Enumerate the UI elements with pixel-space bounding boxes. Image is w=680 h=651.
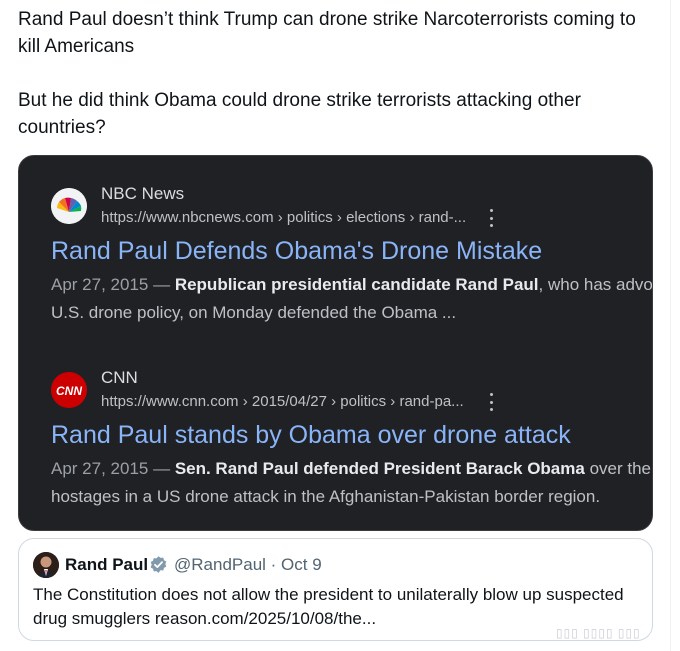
more-options-icon[interactable] xyxy=(483,209,499,227)
snippet-bold: Sen. Rand Paul defended President Barack… xyxy=(174,459,585,478)
quoted-tweet-text: The Constitution does not allow the pres… xyxy=(33,585,624,628)
tweet-paragraph-1: Rand Paul doesn’t think Trump can drone … xyxy=(18,9,636,57)
verified-badge-icon xyxy=(149,555,168,574)
watermark-icon: ▯▯▯ ▯▯▯▯ ▯▯▯ xyxy=(556,626,641,640)
column-divider xyxy=(670,0,671,651)
quoted-handle-date[interactable]: @RandPaul · Oct 9 xyxy=(174,555,322,575)
svg-text:CNN: CNN xyxy=(56,384,82,398)
result-url[interactable]: https://www.nbcnews.com › politics › ele… xyxy=(101,209,466,226)
avatar[interactable] xyxy=(33,552,59,578)
snippet-line-2: hostages in a US drone attack in the Afg… xyxy=(51,487,601,506)
result-url[interactable]: https://www.cnn.com › 2015/04/27 › polit… xyxy=(101,393,464,410)
quoted-author-name[interactable]: Rand Paul xyxy=(65,555,148,575)
result-date: Apr 27, 2015 — xyxy=(51,459,171,478)
result-snippet: Apr 27, 2015 — Republican presidential c… xyxy=(51,271,653,327)
snippet-line-2: U.S. drone policy, on Monday defended th… xyxy=(51,303,457,322)
result-title[interactable]: Rand Paul stands by Obama over drone att… xyxy=(51,421,571,450)
nbc-peacock-icon xyxy=(51,188,87,224)
snippet-rest: , who has advocated xyxy=(538,275,653,294)
result-snippet: Apr 27, 2015 — Sen. Rand Paul defended P… xyxy=(51,455,652,511)
result-site-name: CNN xyxy=(101,368,138,387)
search-results-screenshot[interactable]: NBC News https://www.nbcnews.com › polit… xyxy=(18,155,653,531)
result-title[interactable]: Rand Paul Defends Obama's Drone Mistake xyxy=(51,237,542,266)
result-date: Apr 27, 2015 — xyxy=(51,275,171,294)
tweet-text: Rand Paul doesn’t think Trump can drone … xyxy=(18,6,658,141)
tweet-paragraph-2: But he did think Obama could drone strik… xyxy=(18,90,581,138)
cnn-logo-icon: CNN xyxy=(51,372,87,408)
snippet-rest: over the accidental xyxy=(589,459,652,478)
result-site-name: NBC News xyxy=(101,184,185,203)
snippet-bold: Republican presidential candidate Rand P… xyxy=(174,275,539,294)
more-options-icon[interactable] xyxy=(483,393,499,411)
